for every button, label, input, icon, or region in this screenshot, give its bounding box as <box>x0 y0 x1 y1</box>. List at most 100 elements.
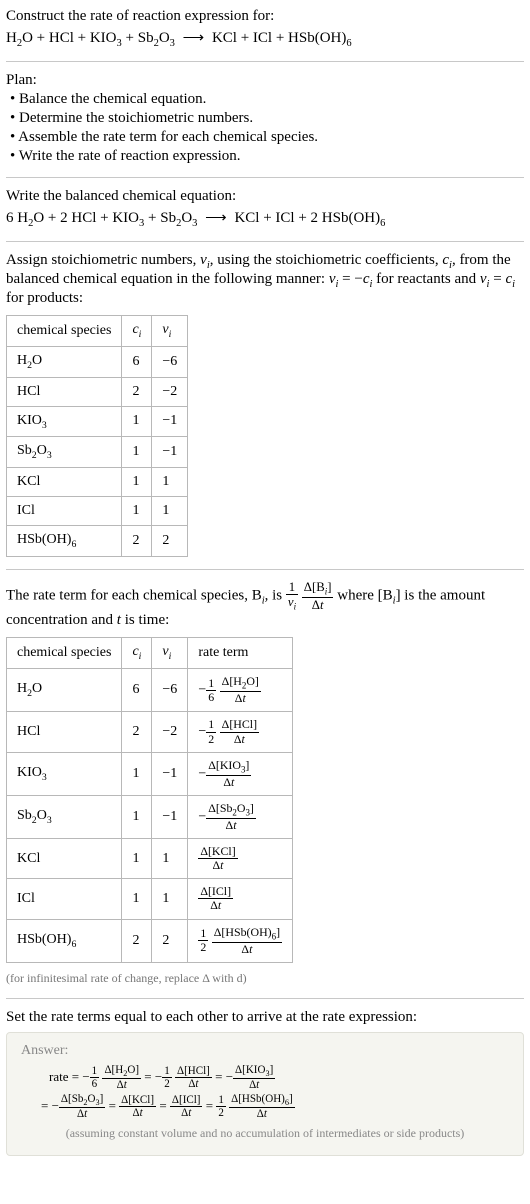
arrow-icon: ⟶ <box>201 210 231 226</box>
cell-species: ICl <box>7 879 122 919</box>
table-row: ICl 1 1 Δ[ICl]Δt <box>7 879 293 919</box>
col-ci: ci <box>122 316 152 347</box>
cell-ci: 2 <box>122 919 152 962</box>
divider <box>6 569 524 570</box>
cell-ci: 1 <box>122 468 152 497</box>
intro-section: Construct the rate of reaction expressio… <box>6 8 524 49</box>
plan-title: Plan: <box>6 72 524 89</box>
cell-species: KCl <box>7 468 122 497</box>
cell-vi: −1 <box>152 795 188 838</box>
cell-ci: 6 <box>122 669 152 712</box>
intro-text: Construct the rate of reaction expressio… <box>6 8 524 25</box>
col-vi: νi <box>152 316 188 347</box>
balanced-intro: Write the balanced chemical equation: <box>6 188 524 205</box>
table-row: H2O6−6 <box>7 346 188 377</box>
arrow-icon: ⟶ <box>179 30 209 46</box>
cell-species: KIO3 <box>7 752 122 795</box>
cell-rate: −Δ[KIO3]Δt <box>188 752 293 795</box>
divider <box>6 241 524 242</box>
cell-rate: 12 Δ[HSb(OH)6]Δt <box>188 919 293 962</box>
eq-rhs: KCl + ICl + HSb(OH)6 <box>212 30 352 46</box>
cell-species: H2O <box>7 669 122 712</box>
rate-table: chemical species ci νi rate term H2O 6 −… <box>6 637 293 962</box>
table-row: HSb(OH)622 <box>7 526 188 557</box>
answer-box: Answer: rate = −16 Δ[H2O]Δt = −12 Δ[HCl]… <box>6 1032 524 1156</box>
answer-assumption: (assuming constant volume and no accumul… <box>21 1126 509 1141</box>
answer-label: Answer: <box>21 1043 509 1059</box>
plan-section: Plan: • Balance the chemical equation. •… <box>6 72 524 165</box>
frac-coef: 1νi <box>286 580 298 612</box>
rate-intro: The rate term for each chemical species,… <box>6 580 524 612</box>
cell-species: HSb(OH)6 <box>7 919 122 962</box>
cell-species: KIO3 <box>7 406 122 437</box>
cell-vi: −6 <box>152 346 188 377</box>
cell-vi: −2 <box>152 712 188 752</box>
final-intro: Set the rate terms equal to each other t… <box>6 1009 524 1026</box>
balanced-equation: 6 H2O + 2 HCl + KIO3 + Sb2O3 ⟶ KCl + ICl… <box>6 208 524 229</box>
cell-vi: −1 <box>152 437 188 468</box>
plan-item: • Write the rate of reaction expression. <box>6 148 524 165</box>
table-header-row: chemical species ci νi <box>7 316 188 347</box>
cell-vi: −1 <box>152 752 188 795</box>
table-header-row: chemical species ci νi rate term <box>7 638 293 669</box>
cell-species: HCl <box>7 712 122 752</box>
cell-species: HSb(OH)6 <box>7 526 122 557</box>
final-section: Set the rate terms equal to each other t… <box>6 1009 524 1156</box>
cell-species: H2O <box>7 346 122 377</box>
assign-text: Assign stoichiometric numbers, νi, using… <box>6 252 524 307</box>
col-ci: ci <box>122 638 152 669</box>
assign-section: Assign stoichiometric numbers, νi, using… <box>6 252 524 557</box>
table-row: KIO31−1 <box>7 406 188 437</box>
eq-lhs: H2O + HCl + KIO3 + Sb2O3 <box>6 30 175 46</box>
table-row: HSb(OH)6 2 2 12 Δ[HSb(OH)6]Δt <box>7 919 293 962</box>
cell-ci: 1 <box>122 437 152 468</box>
col-species: chemical species <box>7 638 122 669</box>
rate-term-section: The rate term for each chemical species,… <box>6 580 524 986</box>
table-row: Sb2O31−1 <box>7 437 188 468</box>
cell-ci: 1 <box>122 879 152 919</box>
cell-ci: 1 <box>122 795 152 838</box>
stoich-table: chemical species ci νi H2O6−6 HCl2−2 KIO… <box>6 315 188 557</box>
cell-vi: 1 <box>152 879 188 919</box>
cell-ci: 1 <box>122 752 152 795</box>
table-row: HCl2−2 <box>7 377 188 406</box>
balanced-section: Write the balanced chemical equation: 6 … <box>6 188 524 229</box>
plan-item: • Determine the stoichiometric numbers. <box>6 110 524 127</box>
cell-ci: 2 <box>122 712 152 752</box>
eq-rhs: KCl + ICl + 2 HSb(OH)6 <box>234 210 385 226</box>
cell-rate: Δ[KCl]Δt <box>188 839 293 879</box>
cell-ci: 2 <box>122 377 152 406</box>
cell-vi: 2 <box>152 919 188 962</box>
col-species: chemical species <box>7 316 122 347</box>
table-row: ICl11 <box>7 497 188 526</box>
cell-vi: 1 <box>152 468 188 497</box>
cell-rate: Δ[ICl]Δt <box>188 879 293 919</box>
cell-species: HCl <box>7 377 122 406</box>
plan-item: • Balance the chemical equation. <box>6 91 524 108</box>
table-row: KCl11 <box>7 468 188 497</box>
infinitesimal-note: (for infinitesimal rate of change, repla… <box>6 971 524 986</box>
cell-ci: 2 <box>122 526 152 557</box>
eq-lhs: 6 H2O + 2 HCl + KIO3 + Sb2O3 <box>6 210 197 226</box>
cell-rate: −16 Δ[H2O]Δt <box>188 669 293 712</box>
cell-vi: −6 <box>152 669 188 712</box>
cell-vi: 2 <box>152 526 188 557</box>
unbalanced-equation: H2O + HCl + KIO3 + Sb2O3 ⟶ KCl + ICl + H… <box>6 28 524 49</box>
rate-expression-line1: rate = −16 Δ[H2O]Δt = −12 Δ[HCl]Δt = −Δ[… <box>21 1063 509 1092</box>
rate-expression-line2: = −Δ[Sb2O3]Δt = Δ[KCl]Δt = Δ[ICl]Δt = 12… <box>21 1092 509 1121</box>
cell-ci: 1 <box>122 497 152 526</box>
cell-rate: −Δ[Sb2O3]Δt <box>188 795 293 838</box>
cell-ci: 1 <box>122 839 152 879</box>
cell-ci: 1 <box>122 406 152 437</box>
cell-rate: −12 Δ[HCl]Δt <box>188 712 293 752</box>
cell-species: ICl <box>7 497 122 526</box>
table-row: H2O 6 −6 −16 Δ[H2O]Δt <box>7 669 293 712</box>
cell-species: KCl <box>7 839 122 879</box>
table-row: KCl 1 1 Δ[KCl]Δt <box>7 839 293 879</box>
cell-species: Sb2O3 <box>7 437 122 468</box>
cell-vi: 1 <box>152 839 188 879</box>
divider <box>6 61 524 62</box>
cell-ci: 6 <box>122 346 152 377</box>
cell-species: Sb2O3 <box>7 795 122 838</box>
plan-item: • Assemble the rate term for each chemic… <box>6 129 524 146</box>
